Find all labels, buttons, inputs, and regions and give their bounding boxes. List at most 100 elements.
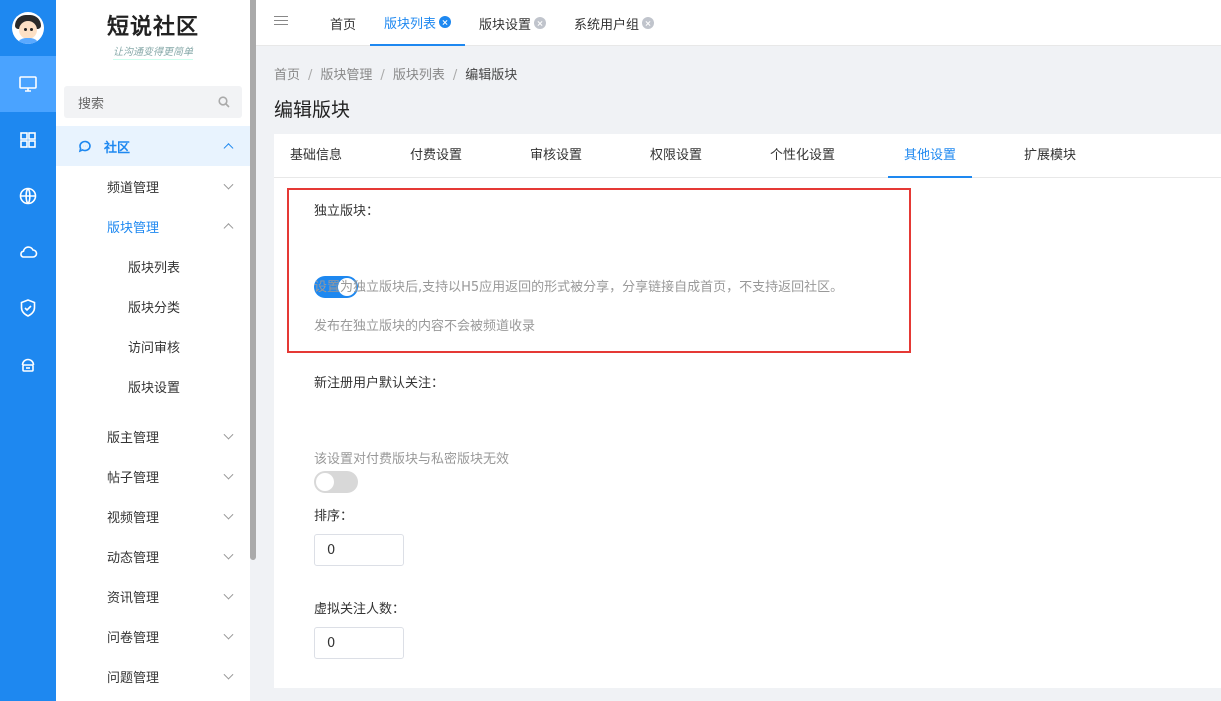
top-tabs: 首页 版块列表 版块设置 系统用户组 bbox=[316, 0, 668, 46]
chat-icon bbox=[78, 139, 92, 153]
switch-knob bbox=[316, 473, 334, 491]
sidebar-subitem-access-review[interactable]: 访问审核 bbox=[56, 326, 250, 366]
sidebar: 短说社区 让沟通变得更简单 搜索 社区 频道管理 版块管理 版块列表 版块分类 … bbox=[56, 0, 250, 701]
sort-label: 排序： bbox=[314, 509, 354, 524]
tab-review-settings[interactable]: 审核设置 bbox=[514, 134, 598, 178]
chevron-up-icon bbox=[223, 143, 234, 154]
search-icon bbox=[218, 96, 230, 108]
icon-rail bbox=[0, 0, 56, 701]
tab-board-list[interactable]: 版块列表 bbox=[370, 0, 466, 46]
collapse-menu-icon[interactable] bbox=[274, 16, 288, 28]
close-icon[interactable] bbox=[534, 17, 547, 29]
virtual-followers-label: 虚拟关注人数： bbox=[314, 602, 406, 617]
sidebar-group-label: 社区 bbox=[104, 140, 131, 156]
avatar-container bbox=[0, 0, 56, 56]
sidebar-item-label: 资讯管理 bbox=[107, 590, 160, 606]
close-icon[interactable] bbox=[642, 17, 655, 29]
sidebar-item-label: 版主管理 bbox=[107, 430, 160, 446]
tab-label: 版块设置 bbox=[479, 17, 532, 33]
tab-home[interactable]: 首页 bbox=[316, 0, 370, 46]
auto-follow-label: 新注册用户默认关注： bbox=[314, 376, 445, 391]
sidebar-group-community[interactable]: 社区 bbox=[56, 126, 250, 166]
chevron-up-icon bbox=[223, 223, 234, 234]
sidebar-item-label: 版块管理 bbox=[107, 220, 160, 236]
page-title: 编辑版块 bbox=[274, 99, 351, 121]
tab-personalization[interactable]: 个性化设置 bbox=[754, 134, 851, 178]
avatar[interactable] bbox=[12, 12, 44, 44]
close-icon[interactable] bbox=[439, 16, 452, 28]
globe-icon bbox=[19, 187, 37, 205]
rail-item-dashboard[interactable] bbox=[0, 56, 56, 112]
tab-extension-modules[interactable]: 扩展模块 bbox=[1008, 134, 1092, 178]
breadcrumb: 首页 / 版块管理 / 版块列表 / 编辑版块 bbox=[274, 68, 518, 83]
page-header: 首页 / 版块管理 / 版块列表 / 编辑版块 编辑版块 bbox=[256, 46, 1221, 134]
chevron-down-icon bbox=[223, 179, 234, 190]
tab-label: 版块列表 bbox=[384, 16, 437, 32]
rail-item-security[interactable] bbox=[0, 280, 56, 336]
chevron-down-icon bbox=[223, 549, 234, 560]
sidebar-subitem-label: 版块分类 bbox=[128, 300, 181, 316]
tab-system-user-group[interactable]: 系统用户组 bbox=[560, 0, 668, 46]
top-tab-bar: 首页 版块列表 版块设置 系统用户组 bbox=[256, 0, 1221, 46]
breadcrumb-board-management[interactable]: 版块管理 bbox=[320, 68, 372, 83]
auto-follow-switch[interactable] bbox=[314, 471, 358, 493]
grid-icon bbox=[20, 132, 36, 148]
sidebar-subitem-board-list[interactable]: 版块列表 bbox=[56, 246, 250, 286]
sidebar-item-news[interactable]: 资讯管理 bbox=[56, 576, 250, 616]
tab-label: 首页 bbox=[330, 17, 357, 33]
shield-check-icon bbox=[20, 299, 36, 317]
rail-item-cloud[interactable] bbox=[0, 224, 56, 280]
sidebar-item-videos[interactable]: 视频管理 bbox=[56, 496, 250, 536]
sidebar-item-board[interactable]: 版块管理 bbox=[56, 206, 250, 246]
sidebar-item-label: 动态管理 bbox=[107, 550, 160, 566]
brand-slogan: 让沟通变得更简单 bbox=[113, 43, 193, 60]
chevron-down-icon bbox=[223, 469, 234, 480]
tab-permission-settings[interactable]: 权限设置 bbox=[634, 134, 718, 178]
rail-item-web[interactable] bbox=[0, 168, 56, 224]
sidebar-subitem-board-settings[interactable]: 版块设置 bbox=[56, 366, 250, 406]
rail-item-storage[interactable] bbox=[0, 336, 56, 392]
sidebar-subitem-label: 版块设置 bbox=[128, 380, 181, 396]
highlight-box bbox=[287, 188, 911, 353]
sidebar-subitem-label: 访问审核 bbox=[128, 340, 181, 356]
sidebar-item-label: 频道管理 bbox=[107, 180, 160, 196]
virtual-followers-input[interactable] bbox=[314, 627, 404, 659]
brand: 短说社区 让沟通变得更简单 bbox=[56, 0, 250, 68]
tab-basic-info[interactable]: 基础信息 bbox=[274, 134, 358, 178]
sidebar-item-posts[interactable]: 帖子管理 bbox=[56, 456, 250, 496]
rail-item-apps[interactable] bbox=[0, 112, 56, 168]
sidebar-subitem-label: 版块列表 bbox=[128, 260, 181, 276]
cloud-storage-icon bbox=[21, 358, 35, 372]
sidebar-subitem-board-category[interactable]: 版块分类 bbox=[56, 286, 250, 326]
cloud-icon bbox=[20, 246, 38, 258]
sidebar-item-moderator[interactable]: 版主管理 bbox=[56, 416, 250, 456]
sidebar-item-label: 视频管理 bbox=[107, 510, 160, 526]
search-placeholder: 搜索 bbox=[78, 96, 105, 112]
sidebar-item-questions[interactable]: 问题管理 bbox=[56, 656, 250, 696]
sidebar-item-surveys[interactable]: 问卷管理 bbox=[56, 616, 250, 656]
breadcrumb-home[interactable]: 首页 bbox=[274, 68, 300, 83]
sidebar-item-label: 帖子管理 bbox=[107, 470, 160, 486]
tab-other-settings[interactable]: 其他设置 bbox=[888, 134, 973, 178]
tab-label: 系统用户组 bbox=[574, 17, 640, 33]
content-tabs: 基础信息 付费设置 审核设置 权限设置 个性化设置 其他设置 扩展模块 bbox=[274, 134, 1221, 178]
chevron-down-icon bbox=[223, 509, 234, 520]
tab-board-settings[interactable]: 版块设置 bbox=[465, 0, 560, 46]
breadcrumb-current: 编辑版块 bbox=[465, 68, 518, 83]
sidebar-item-label: 问题管理 bbox=[107, 670, 160, 686]
sidebar-item-moments[interactable]: 动态管理 bbox=[56, 536, 250, 576]
chevron-down-icon bbox=[223, 589, 234, 600]
tab-payment-settings[interactable]: 付费设置 bbox=[394, 134, 478, 178]
chevron-down-icon bbox=[223, 669, 234, 680]
chevron-down-icon bbox=[223, 429, 234, 440]
monitor-icon bbox=[19, 76, 37, 92]
auto-follow-hint: 该设置对付费版块与私密版块无效 bbox=[314, 452, 510, 467]
sidebar-item-channel[interactable]: 频道管理 bbox=[56, 166, 250, 206]
sidebar-search[interactable]: 搜索 bbox=[64, 86, 242, 118]
breadcrumb-board-list[interactable]: 版块列表 bbox=[393, 68, 445, 83]
chevron-down-icon bbox=[223, 629, 234, 640]
sort-input[interactable] bbox=[314, 534, 404, 566]
menu-group-community: 社区 频道管理 版块管理 版块列表 版块分类 访问审核 版块设置 版主管理 帖子… bbox=[56, 126, 250, 696]
brand-name: 短说社区 bbox=[106, 13, 199, 40]
sidebar-item-label: 问卷管理 bbox=[107, 630, 160, 646]
